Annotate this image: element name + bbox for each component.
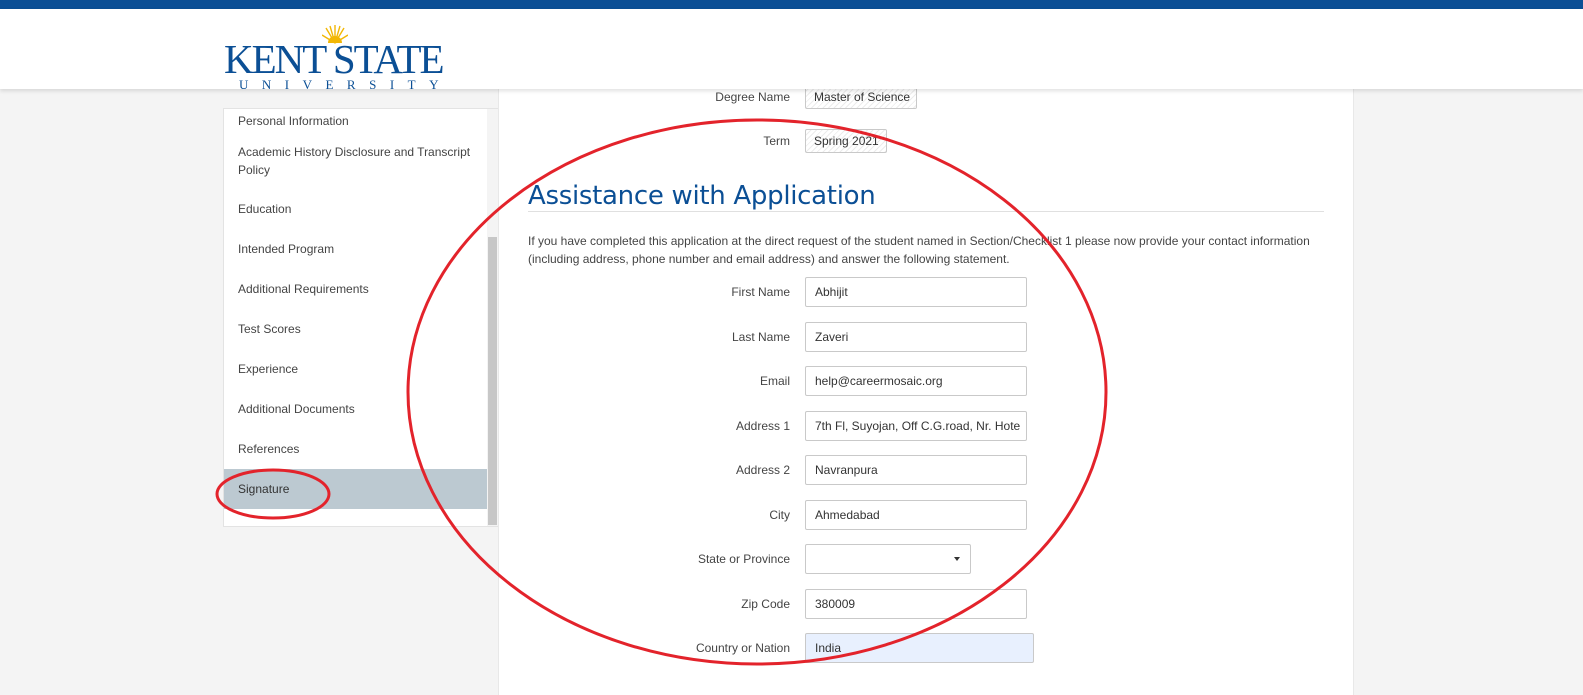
zip-input[interactable]: 380009 [805, 589, 1027, 619]
email-input[interactable]: help@careermosaic.org [805, 366, 1027, 396]
country-label: Country or Nation [695, 641, 790, 655]
nav-item-label: Education [238, 202, 292, 216]
nav-item-references[interactable]: References [224, 429, 498, 469]
nav-item-academic-history[interactable]: Academic History Disclosure and Transcri… [224, 133, 498, 189]
top-accent-bar [0, 0, 1583, 9]
address1-input[interactable]: 7th Fl, Suyojan, Off C.G.road, Nr. Hote [805, 411, 1027, 441]
zip-row: Zip Code 380009 [499, 589, 1353, 619]
application-sections-nav: Personal Information Academic History Di… [223, 108, 499, 527]
nav-item-label: Academic History Disclosure and Transcri… [238, 145, 471, 177]
nav-item-label: Additional Documents [238, 402, 355, 416]
section-divider [528, 211, 1324, 212]
nav-item-intended-program[interactable]: Intended Program [224, 229, 498, 269]
term-field: Spring 2021 [805, 129, 887, 153]
nav-item-label: Personal Information [238, 114, 349, 128]
nav-item-label: Experience [238, 362, 299, 376]
section-title: Assistance with Application [528, 181, 876, 211]
nav-item-education[interactable]: Education [224, 189, 498, 229]
term-label: Term [763, 134, 790, 148]
city-input[interactable]: Ahmedabad [805, 500, 1027, 530]
city-row: City Ahmedabad [499, 500, 1353, 530]
nav-item-label: Signature [238, 482, 290, 496]
address2-row: Address 2 Navranpura [499, 455, 1353, 485]
term-row: Term Spring 2021 [499, 126, 1353, 156]
address1-label: Address 1 [735, 419, 790, 433]
country-row: Country or Nation India [499, 633, 1353, 663]
nav-item-label: Test Scores [238, 322, 301, 336]
state-label: State or Province [697, 552, 790, 566]
university-logo[interactable]: KENT STATE UNIVERSITY [224, 17, 445, 92]
nav-item-experience[interactable]: Experience [224, 349, 498, 389]
logo-wordmark: KENT STATE [224, 36, 445, 82]
site-header: KENT STATE UNIVERSITY [0, 9, 1583, 92]
nav-item-additional-requirements[interactable]: Additional Requirements [224, 269, 498, 309]
nav-item-additional-documents[interactable]: Additional Documents [224, 389, 498, 429]
last-name-label: Last Name [731, 330, 790, 344]
nav-item-test-scores[interactable]: Test Scores [224, 309, 498, 349]
application-form: Degree Name Master of Science Term Sprin… [498, 85, 1354, 695]
first-name-label: First Name [731, 285, 790, 299]
nav-item-label: References [238, 442, 300, 456]
nav-item-label: Intended Program [238, 242, 335, 256]
country-input[interactable]: India [805, 633, 1034, 663]
address1-row: Address 1 7th Fl, Suyojan, Off C.G.road,… [499, 411, 1353, 441]
state-select[interactable] [805, 544, 971, 574]
first-name-row: First Name Abhijit [499, 277, 1353, 307]
email-label: Email [759, 374, 790, 388]
zip-label: Zip Code [741, 597, 790, 611]
address2-input[interactable]: Navranpura [805, 455, 1027, 485]
dropdown-caret-icon [954, 557, 960, 561]
address2-label: Address 2 [735, 463, 790, 477]
city-label: City [769, 508, 790, 522]
sidebar-scrollbar-thumb[interactable] [488, 237, 497, 525]
state-row: State or Province [499, 544, 1353, 574]
section-intro: If you have completed this application a… [528, 234, 1310, 266]
nav-item-personal-information[interactable]: Personal Information [224, 109, 498, 133]
last-name-row: Last Name Zaveri [499, 322, 1353, 352]
nav-item-signature[interactable]: Signature [224, 469, 498, 509]
last-name-input[interactable]: Zaveri [805, 322, 1027, 352]
first-name-input[interactable]: Abhijit [805, 277, 1027, 307]
logo-subtitle: UNIVERSITY [239, 77, 452, 92]
nav-item-label: Additional Requirements [238, 282, 369, 296]
email-row: Email help@careermosaic.org [499, 366, 1353, 396]
